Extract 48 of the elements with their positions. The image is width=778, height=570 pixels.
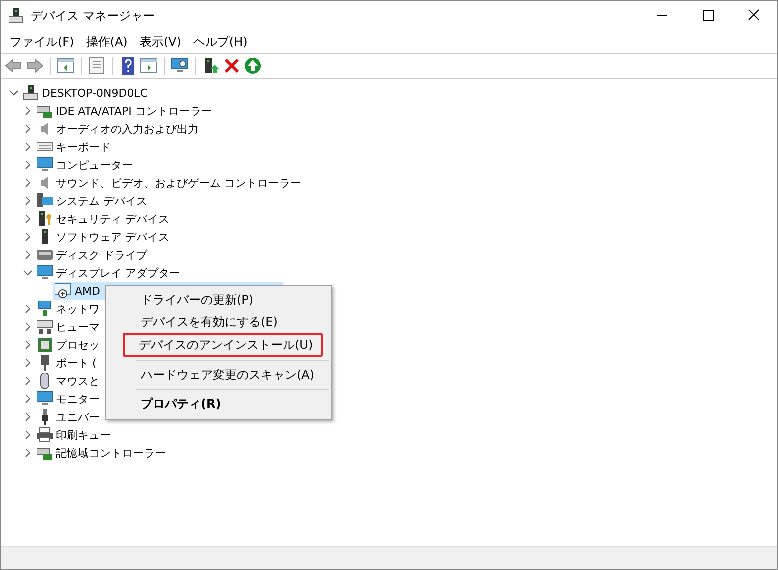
tree-item[interactable]: ネットワ: [56, 302, 100, 316]
monitor-icon: [37, 265, 53, 281]
tree-item[interactable]: プロセッ: [56, 338, 100, 352]
monitor-icon: [37, 157, 53, 173]
properties-icon[interactable]: [88, 57, 106, 75]
tree-item[interactable]: IDE ATA/ATAPI コントローラー: [56, 104, 212, 118]
security-icon: [37, 211, 53, 227]
tree-item[interactable]: DESKTOP-0N9D0LC: [42, 86, 148, 100]
menu-item[interactable]: 操作(A): [80, 34, 134, 50]
window-title: デバイス マネージャー: [31, 8, 155, 24]
tree-item[interactable]: ヒューマ: [56, 320, 100, 334]
tree-item[interactable]: ディスク ドライブ: [56, 248, 148, 262]
menu-item[interactable]: デバイスを有効にする(E): [108, 311, 329, 333]
tree-item[interactable]: ディスプレイ アダプター: [56, 266, 180, 280]
menu-item[interactable]: ヘルプ(H): [187, 34, 254, 50]
delete-icon[interactable]: [223, 57, 241, 75]
tree-item[interactable]: マウスと: [56, 374, 100, 388]
help-icon[interactable]: [119, 57, 137, 75]
network-icon: [37, 301, 53, 317]
computer-icon: [9, 8, 23, 24]
tree-item[interactable]: セキュリティ デバイス: [56, 212, 170, 226]
computer-icon: [23, 85, 39, 101]
monitor-icon: [37, 391, 53, 407]
menu-item[interactable]: ハードウェア変更のスキャン(A): [108, 364, 329, 386]
menu-item[interactable]: ドライバーの更新(P): [108, 289, 329, 311]
tree-item[interactable]: ポート (: [56, 356, 97, 370]
cpu-icon: [37, 337, 53, 353]
system-icon: [37, 193, 53, 209]
tree-item[interactable]: 印刷キュー: [56, 428, 111, 442]
update-driver-icon[interactable]: [202, 57, 220, 75]
tree-item[interactable]: キーボード: [56, 140, 111, 154]
display-adapter-icon: [55, 283, 71, 299]
menu-item[interactable]: プロパティ(R): [108, 393, 329, 415]
tree-item[interactable]: モニター: [56, 392, 100, 406]
tree-item[interactable]: コンピューター: [56, 158, 133, 172]
tree-item[interactable]: ユニバー: [56, 410, 100, 424]
console-tree-icon[interactable]: [57, 57, 75, 75]
menu-item[interactable]: ファイル(F): [4, 34, 80, 50]
scan-monitor-icon[interactable]: [171, 57, 189, 75]
printer-icon: [37, 427, 53, 443]
tree-item[interactable]: システム デバイス: [56, 194, 148, 208]
tree-item[interactable]: サウンド、ビデオ、およびゲーム コントローラー: [56, 176, 302, 190]
tree-item[interactable]: 記憶域コントローラー: [56, 446, 166, 460]
tree-item[interactable]: オーディオの入力および出力: [56, 122, 199, 136]
menu-item[interactable]: デバイスのアンインストール(U): [123, 333, 324, 357]
menu-item[interactable]: 表示(V): [134, 34, 188, 50]
action-pane-icon[interactable]: [140, 57, 158, 75]
tree-item[interactable]: ソフトウェア デバイス: [56, 230, 170, 244]
